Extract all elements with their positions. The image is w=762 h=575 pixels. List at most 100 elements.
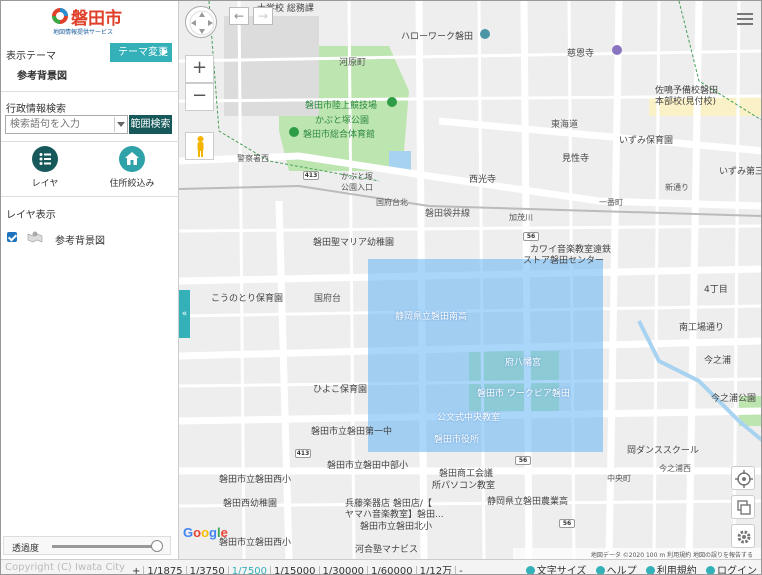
scale-option[interactable]: 1/3750 (185, 566, 228, 574)
map-label: 磐田市陸上競技場 (305, 101, 378, 111)
map-label: いずみ第三 (719, 167, 762, 177)
map-label: 西光寺 (469, 175, 497, 185)
zoom-in-button[interactable]: + (185, 55, 214, 83)
map-label: 公文式中央教室 (437, 413, 501, 423)
map-label: こうのとり保育園 (211, 294, 284, 304)
opacity-control: 透過度 (3, 536, 171, 555)
opacity-slider-track[interactable] (52, 545, 162, 548)
scale-option[interactable]: 1/30000 (318, 566, 368, 574)
map-label: 見性寺 (562, 154, 590, 164)
map-label: 磐田西幼稚園 (223, 499, 278, 509)
park-marker-icon[interactable] (387, 97, 397, 107)
scale-selector: +1/1875 1/3750 1/7500 1/15000 1/30000 1/60000… (129, 562, 466, 574)
theme-change-button[interactable]: テーマ変更 (110, 43, 172, 62)
gear-icon[interactable] (731, 524, 755, 548)
search-range-highlight[interactable] (368, 259, 603, 452)
map-label: 加茂川 (509, 213, 533, 222)
temple-marker-icon[interactable] (612, 45, 622, 55)
map-label: 4丁目 (704, 285, 728, 295)
search-dropdown-icon[interactable] (114, 117, 126, 132)
help-icon (595, 566, 605, 574)
map-label: 国府台 (314, 294, 342, 304)
map-label: 磐田市総合体育館 (303, 130, 376, 140)
layer-row: 参考背景図 (7, 230, 172, 247)
logo-name: 磐田市 (71, 9, 122, 29)
divider (1, 91, 179, 92)
scale-option[interactable]: 1/15000 (269, 566, 319, 574)
status-bar: Copyright (C) Iwata City +1/1875 1/3750 1/… (1, 559, 761, 574)
route-shield: 413 (303, 171, 319, 180)
city-logo[interactable]: 磐田市 地図情報提供サービス (51, 5, 131, 36)
map-label: 静岡県立磐田農業高 (487, 497, 569, 507)
info-icon (645, 566, 655, 574)
login-icon (706, 566, 715, 574)
opacity-slider-handle[interactable] (150, 540, 163, 552)
address-filter-button[interactable]: 住所絞込み (97, 146, 167, 189)
menu-icon[interactable] (737, 13, 753, 27)
route-shield: 56 (523, 232, 539, 241)
app-window: 磐田市 地図情報提供サービス 表示テーマ テーマ変更 参考背景図 行政情報検索 … (0, 0, 762, 575)
opacity-label: 透過度 (12, 544, 40, 554)
map-label: 新通り (665, 183, 689, 192)
font-size-link[interactable]: 文字サイズ (525, 566, 586, 574)
map-label: 本部校(見付校) (655, 97, 717, 107)
help-link[interactable]: ヘルプ (595, 566, 637, 574)
map-label: 静岡県立磐田南高 (395, 312, 468, 322)
sidebar: 磐田市 地図情報提供サービス 表示テーマ テーマ変更 参考背景図 行政情報検索 … (1, 1, 179, 559)
layer-display-label: レイヤ表示 (6, 210, 56, 221)
range-search-button[interactable]: 範囲検索 (129, 115, 172, 134)
scale-option[interactable]: + (129, 566, 143, 574)
street-view-pegman-icon[interactable] (185, 132, 214, 160)
scale-option[interactable]: 1/12万 (415, 566, 456, 574)
current-theme-name: 参考背景図 (17, 71, 67, 82)
search-input[interactable] (5, 115, 128, 134)
map-label: ストア磐田センター (523, 256, 605, 266)
copy-layers-icon[interactable] (731, 495, 755, 519)
scale-option[interactable]: 1/1875 (143, 566, 186, 574)
map-label: 所パソコン教室 (432, 481, 496, 491)
map-label: 磐田聖マリア幼稚園 (313, 238, 395, 248)
map-label: 一番町 (599, 198, 623, 207)
route-shield: 413 (295, 449, 311, 458)
layer-tool-label: レイヤ (31, 179, 59, 189)
layer-checkbox[interactable] (7, 232, 17, 242)
divider (1, 141, 179, 142)
map-view[interactable]: 大学校 総務課 ハローワーク磐田 河原町 磐田市陸上競技場 かぶと塚公園 磐田市… (179, 1, 762, 559)
route-shield: 56 (559, 519, 575, 528)
scale-option[interactable]: 1/7500 (227, 566, 270, 574)
map-label: 磐田市立磐田中部小 (327, 461, 409, 471)
theme-change-label: テーマ変更 (118, 47, 168, 58)
map-label: かぶと塚公園 (315, 116, 370, 126)
list-icon (32, 146, 58, 172)
scale-option[interactable]: - (455, 566, 466, 574)
map-label: 河合塾マナビス (355, 545, 419, 555)
pan-compass-icon[interactable] (185, 6, 217, 38)
map-label: いずみ保育園 (619, 136, 674, 146)
map-label: 岡ダンススクール (627, 446, 699, 456)
login-link[interactable]: ログイン (706, 566, 757, 574)
map-label: 今之浦 (704, 356, 732, 366)
map-label: かぶと塚 公園入口 (341, 172, 373, 192)
current-location-icon[interactable] (731, 466, 755, 490)
map-label: 磐田袋井線 (425, 209, 471, 219)
address-filter-label: 住所絞込み (109, 179, 155, 189)
map-attribution[interactable]: 地図データ ©2020 100 m 利用規約 地図の誤りを報告する (591, 550, 753, 559)
scale-option[interactable]: 1/60000 (367, 566, 416, 574)
map-label: 磐田市 ワークピア磐田 (477, 389, 570, 399)
layer-tool-button[interactable]: レイヤ (10, 146, 80, 189)
terms-link[interactable]: 利用規約 (645, 566, 697, 574)
park-marker-icon[interactable] (289, 127, 299, 137)
map-label: 中央町 (607, 474, 631, 483)
forward-arrow-icon[interactable]: → (253, 7, 273, 25)
poi-marker-icon[interactable] (480, 29, 490, 39)
font-size-icon (525, 566, 535, 574)
zoom-out-button[interactable]: − (185, 83, 214, 111)
logo-subtitle: 地図情報提供サービス (53, 29, 114, 36)
map-label: 磐田市立磐田西小 (219, 475, 292, 485)
map-label: 磐田市立磐田第一中 (311, 427, 393, 437)
footer-links: 文字サイズ ヘルプ 利用規約 ログイン (520, 562, 757, 574)
google-logo: Google (183, 525, 228, 540)
map-label: 南工場通り (679, 323, 725, 333)
sidebar-collapse-icon[interactable]: « (179, 290, 190, 338)
back-arrow-icon[interactable]: ← (229, 7, 249, 25)
